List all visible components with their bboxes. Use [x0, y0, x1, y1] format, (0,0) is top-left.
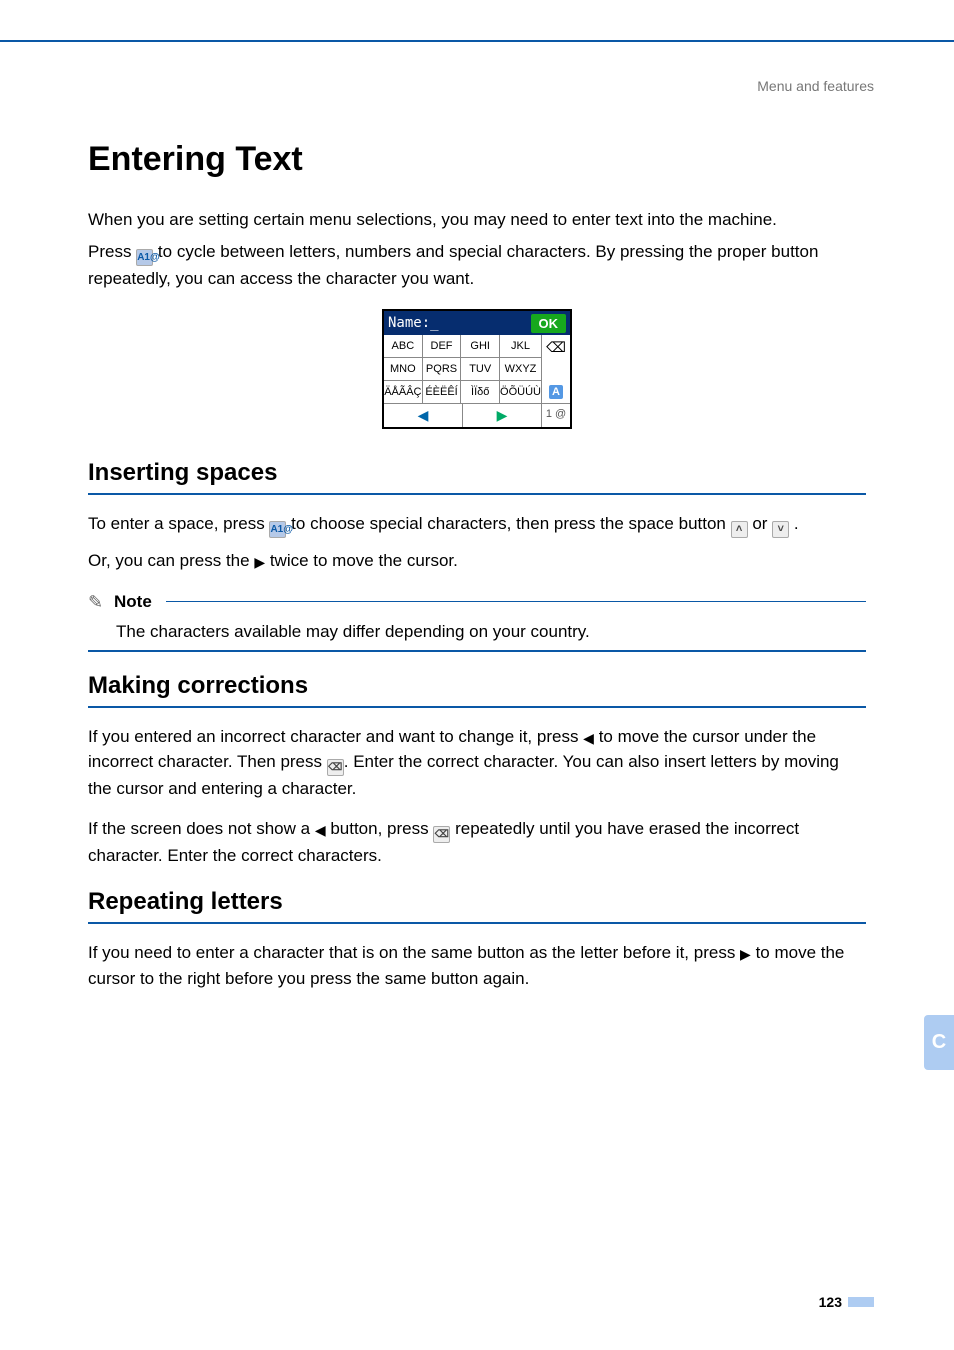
key-ghi: GHI [461, 335, 500, 358]
key-jkl: JKL [500, 335, 542, 358]
section-rule-3 [88, 922, 866, 924]
inserting-p1: To enter a space, press A1@ to choose sp… [88, 511, 866, 538]
key-tuv: TUV [461, 358, 500, 381]
key-abc: ABC [384, 335, 423, 358]
note-block: ✎ Note The characters available may diff… [88, 592, 866, 652]
key-pqrs: PQRS [423, 358, 462, 381]
page-title: Entering Text [88, 140, 866, 179]
note-body: The characters available may differ depe… [116, 622, 866, 642]
note-icon: ✎ [88, 592, 108, 612]
key-def: DEF [423, 335, 462, 358]
section-inserting-spaces: Inserting spaces [88, 459, 866, 487]
section-rule-2 [88, 706, 866, 708]
left-triangle-icon-2: ◀ [315, 820, 326, 841]
corrections-p1: If you entered an incorrect character an… [88, 724, 866, 802]
key-accent2: ÉÈËÊÍ [423, 381, 462, 404]
mode-toggle-icon: A1@ [136, 249, 153, 266]
page-footer: 123 [819, 1294, 874, 1310]
key-side-column: ⌫ A [542, 335, 570, 404]
device-left-arrow: ◀ [384, 404, 463, 427]
key-accent4: ÖÕÜÚÙ [500, 381, 542, 404]
right-triangle-icon-2: ▶ [740, 944, 751, 965]
key-wxyz: WXYZ [500, 358, 542, 381]
page-number: 123 [819, 1294, 842, 1310]
page-bar [848, 1297, 874, 1307]
space-underscore-icon: ˅ [772, 521, 789, 538]
device-name-label: Name:_ [388, 315, 439, 331]
backspace-key-icon-2: ⌫ [433, 826, 450, 843]
device-mode-bottom: 1 @ [542, 404, 570, 427]
mode-a-icon: A [549, 385, 563, 399]
space-caret-icon: ˄ [731, 521, 748, 538]
backspace-icon: ⌫ [546, 339, 566, 356]
note-bottom-rule [88, 650, 866, 652]
key-accent3: ÌÏδő [461, 381, 500, 404]
corrections-p2: If the screen does not show a ◀ button, … [88, 816, 866, 869]
note-label: Note [114, 592, 152, 612]
right-triangle-icon: ▶ [254, 552, 265, 573]
section-rule-1 [88, 493, 866, 495]
left-triangle-icon: ◀ [583, 728, 594, 749]
key-accent1: ÄÅÃÂÇ [384, 381, 423, 404]
side-tab: C [924, 1015, 954, 1070]
key-mno: MNO [384, 358, 423, 381]
inserting-p2: Or, you can press the ▶ twice to move th… [88, 548, 866, 574]
device-ok-button: OK [531, 314, 567, 333]
repeating-p1: If you need to enter a character that is… [88, 940, 866, 991]
mode-toggle-icon-2: A1@ [269, 521, 286, 538]
intro-line2: Press A1@ to cycle between letters, numb… [88, 239, 866, 292]
device-illustration: Name:_ OK ABC DEF GHI JKL ⌫ A MNO P [88, 309, 866, 429]
intro-line1: When you are setting certain menu select… [88, 207, 866, 233]
note-head-rule [166, 601, 866, 602]
section-making-corrections: Making corrections [88, 672, 866, 700]
device-right-arrow: ▶ [463, 404, 542, 427]
backspace-key-icon: ⌫ [327, 759, 344, 776]
top-rule [0, 40, 954, 42]
breadcrumb: Menu and features [757, 78, 874, 94]
section-repeating-letters: Repeating letters [88, 888, 866, 916]
